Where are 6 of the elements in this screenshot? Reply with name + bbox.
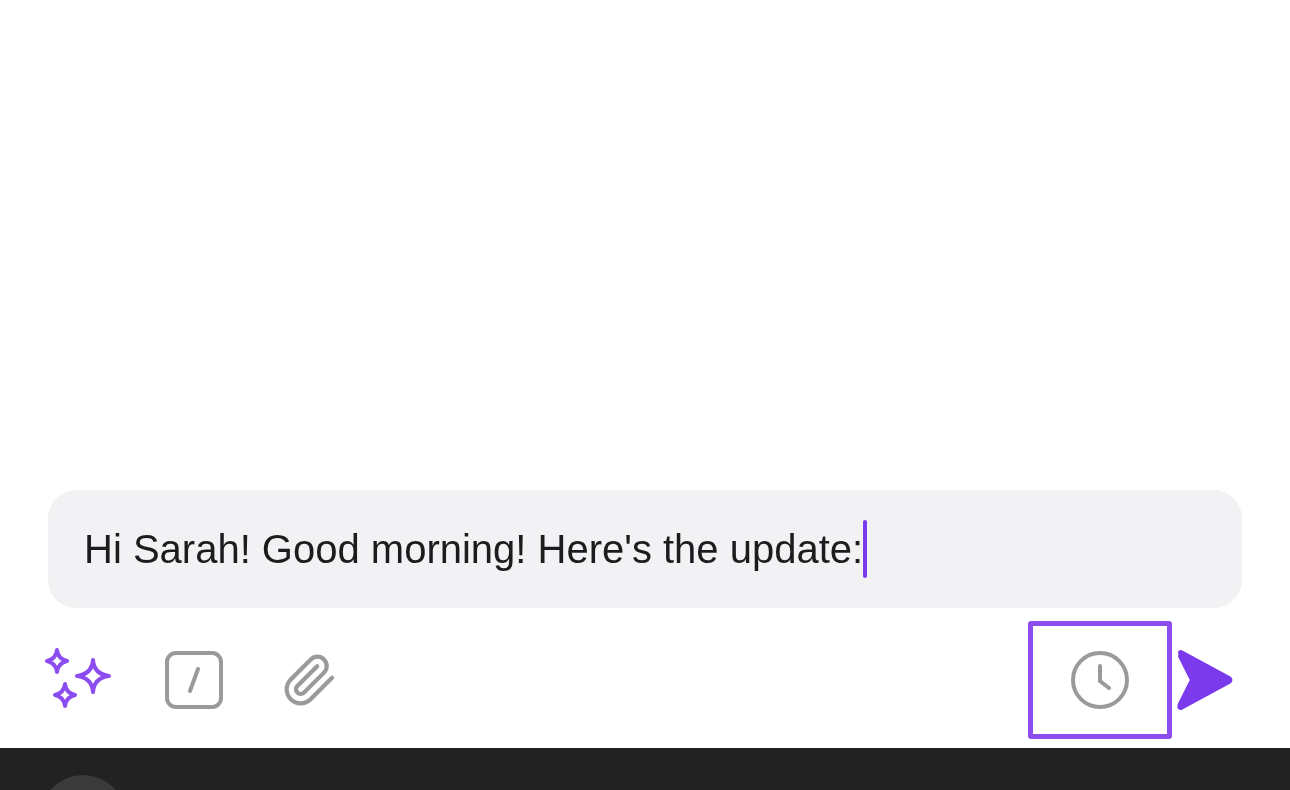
clock-icon	[1069, 649, 1131, 711]
message-input[interactable]: Hi Sarah! Good morning! Here's the update:	[48, 490, 1242, 608]
send-icon	[1175, 650, 1233, 710]
text-caret	[863, 520, 868, 578]
slash-command-icon	[164, 650, 224, 710]
schedule-button[interactable]	[1028, 621, 1172, 739]
